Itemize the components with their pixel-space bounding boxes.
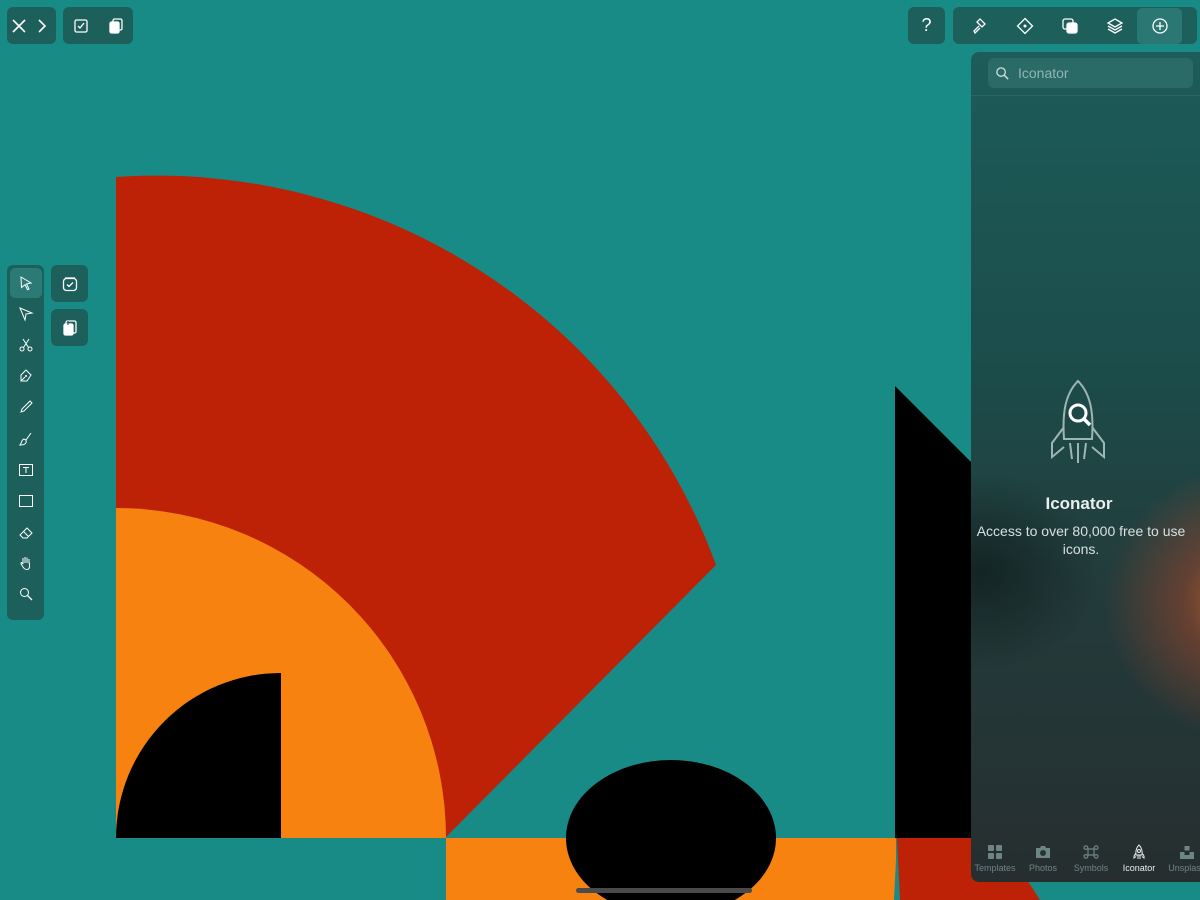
tab-label: Templates — [974, 863, 1016, 873]
checkbox-jar-icon — [62, 276, 77, 291]
clipboard-button[interactable] — [51, 309, 88, 346]
shapes-icon — [1061, 17, 1078, 34]
pencil-icon — [19, 400, 33, 414]
rocket-icon — [1133, 844, 1145, 859]
paste-icon — [62, 319, 77, 336]
scissors-tool[interactable] — [10, 330, 42, 360]
close-button[interactable] — [7, 8, 31, 44]
pencil-tool[interactable] — [10, 392, 42, 422]
black-half-circle-shape[interactable] — [566, 760, 776, 900]
duplicate-icon — [108, 17, 123, 34]
layers-icon — [1106, 17, 1123, 34]
brush-tool[interactable] — [10, 424, 42, 454]
diamond-icon — [1016, 17, 1033, 34]
direct-select-tool[interactable] — [10, 299, 42, 329]
chevron-right-icon — [38, 18, 47, 33]
style-button[interactable] — [957, 8, 1002, 44]
hero-description: Access to over 80,000 free to use icons. — [976, 523, 1186, 557]
tools-palette — [7, 265, 44, 620]
tab-photos[interactable]: Photos — [1019, 838, 1067, 882]
black-triangle-shape[interactable] — [895, 386, 975, 838]
inspector-group — [953, 7, 1197, 44]
panel-tabbar: Templates Photos Symbols Iconator Unspla… — [971, 838, 1200, 882]
tab-iconator[interactable]: Iconator — [1115, 838, 1163, 882]
unsplash-icon — [1180, 846, 1194, 859]
close-icon — [12, 18, 26, 33]
rocket-magnifier-icon — [1051, 379, 1105, 463]
app-root: ? Iconator Iconator Access to over 80,00… — [0, 0, 1200, 900]
pen-nib-icon — [20, 369, 32, 382]
tab-symbols[interactable]: Symbols — [1067, 838, 1115, 882]
camera-icon — [1036, 846, 1050, 858]
grid-icon — [988, 845, 1002, 859]
tab-templates[interactable]: Templates — [971, 838, 1019, 882]
rectangle-tool[interactable] — [10, 486, 42, 516]
document-actions-group — [63, 7, 133, 44]
zoom-tool[interactable] — [10, 579, 42, 609]
hand-tool[interactable] — [10, 548, 42, 578]
panel-divider — [971, 95, 1200, 96]
brush-icon — [18, 432, 31, 446]
help-button[interactable]: ? — [908, 7, 945, 44]
scissors-icon — [19, 338, 32, 352]
search-input[interactable] — [1016, 64, 1190, 82]
search-box[interactable] — [988, 58, 1193, 88]
search-icon — [996, 66, 1009, 80]
tab-label: Iconator — [1122, 863, 1156, 873]
boolean-button[interactable] — [1047, 8, 1092, 44]
navigation-group — [7, 7, 56, 44]
layers-button[interactable] — [1092, 8, 1137, 44]
hand-icon — [19, 557, 30, 571]
path-button[interactable] — [1002, 8, 1047, 44]
text-box-icon — [18, 463, 33, 476]
text-tool[interactable] — [10, 455, 42, 485]
home-indicator — [576, 888, 752, 893]
add-circle-icon — [1151, 17, 1168, 34]
forward-button[interactable] — [31, 8, 53, 44]
direct-select-icon — [18, 306, 34, 322]
rectangle-icon — [18, 494, 33, 507]
add-button[interactable] — [1137, 7, 1182, 44]
hammer-icon — [972, 17, 986, 34]
tab-label: Symbols — [1073, 863, 1109, 873]
checkbox-button[interactable] — [63, 8, 98, 44]
select-tool[interactable] — [9, 267, 42, 298]
duplicate-button[interactable] — [98, 8, 133, 44]
pen-tool[interactable] — [10, 361, 42, 391]
tab-unsplash[interactable]: Unsplash — [1163, 838, 1200, 882]
hero-title: Iconator — [1045, 494, 1113, 513]
magnifier-icon — [19, 588, 32, 601]
tab-label: Unsplash — [1168, 863, 1200, 873]
checkbox-icon — [73, 18, 88, 33]
tab-label: Photos — [1028, 863, 1058, 873]
iconator-hero: Iconator Access to over 80,000 free to u… — [971, 377, 1200, 558]
apply-button[interactable] — [51, 265, 88, 302]
eraser-tool[interactable] — [10, 517, 42, 547]
eraser-icon — [18, 527, 33, 539]
select-arrow-icon — [19, 275, 32, 290]
library-panel: Iconator Access to over 80,000 free to u… — [971, 52, 1200, 882]
command-icon — [1083, 845, 1099, 859]
